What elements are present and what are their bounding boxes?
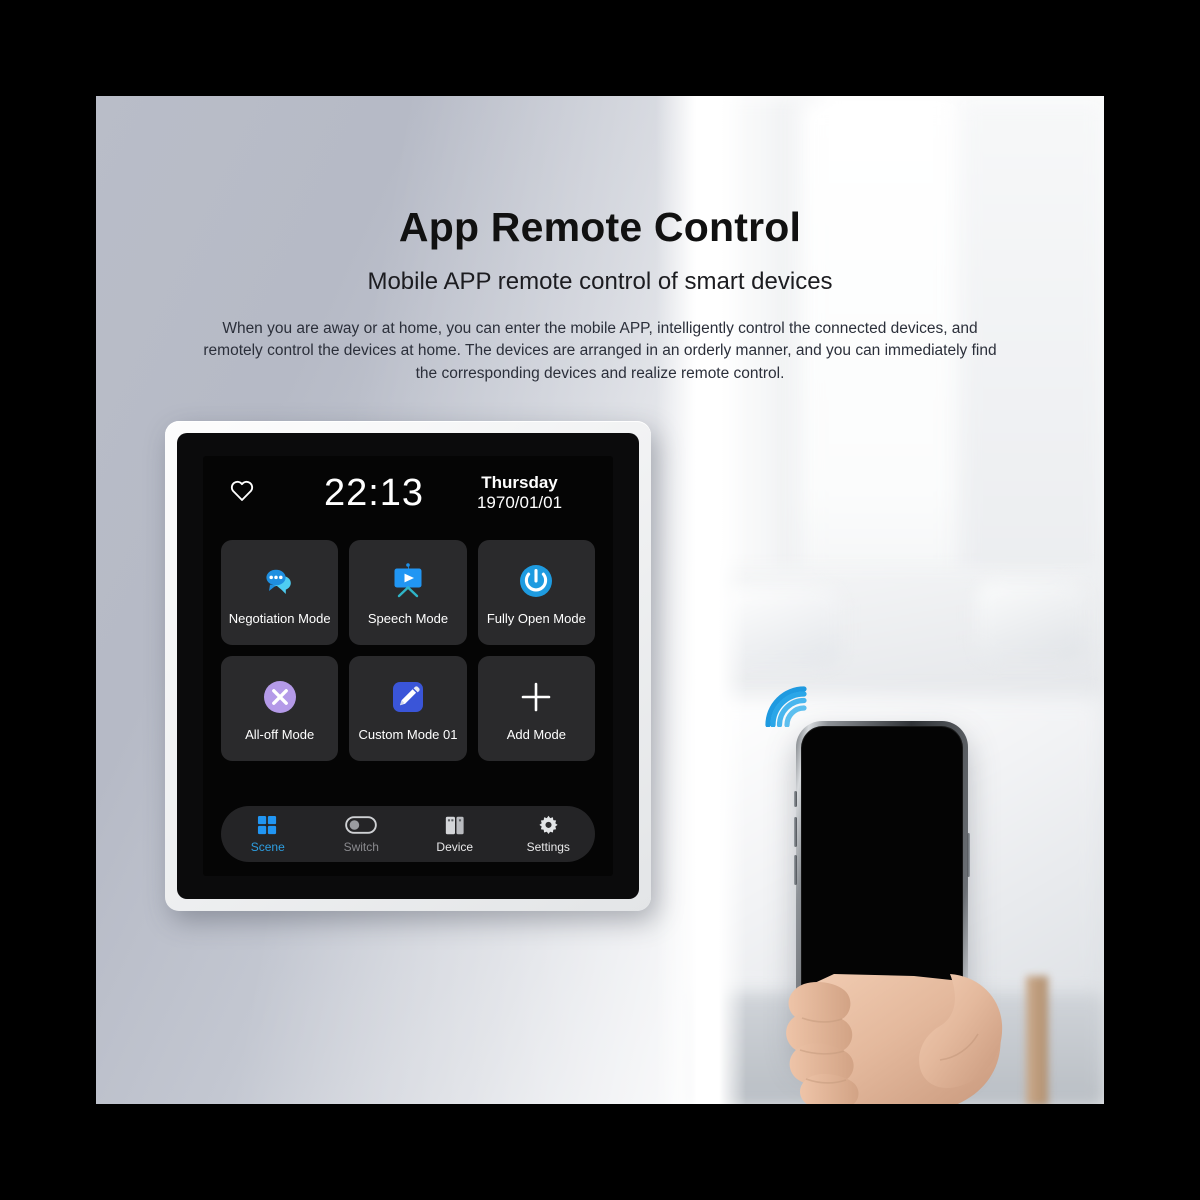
wall-switch-icon (444, 814, 466, 836)
nav-label: Device (436, 840, 474, 854)
mode-label: All-off Mode (245, 726, 315, 742)
mode-label: Fully Open Mode (486, 610, 586, 626)
hand-holding-phone (764, 866, 1014, 1104)
date-label: 1970/01/01 (476, 493, 563, 513)
mode-tile-fully-open[interactable]: Fully Open Mode (477, 540, 595, 645)
plus-icon (515, 676, 557, 718)
smart-wall-panel[interactable]: 22:13 Thursday 1970/01/01 Negotiation Mo… (165, 421, 651, 911)
panel-screen[interactable]: 22:13 Thursday 1970/01/01 Negotiation Mo… (203, 456, 613, 876)
clock-time: 22:13 (323, 472, 425, 514)
nav-item-switch[interactable]: Switch (324, 814, 398, 854)
projector-screen-icon (387, 560, 429, 602)
nav-label: Scene (250, 840, 285, 854)
power-icon (515, 560, 557, 602)
gear-icon (538, 814, 559, 836)
nav-item-device[interactable]: Device (418, 814, 492, 854)
weekday-label: Thursday (481, 473, 558, 492)
product-banner: App Remote Control Mobile APP remote con… (96, 96, 1104, 1104)
nav-label: Settings (526, 840, 570, 854)
scene-mode-grid: Negotiation Mode Speech Mode Fully Open … (221, 540, 595, 761)
pencil-icon (387, 676, 429, 718)
mode-tile-speech[interactable]: Speech Mode (349, 540, 467, 645)
nav-item-settings[interactable]: Settings (511, 814, 585, 854)
mode-tile-negotiation[interactable]: Negotiation Mode (221, 540, 339, 645)
wifi-waves-icon (760, 681, 812, 728)
mode-tile-custom-01[interactable]: Custom Mode 01 (349, 656, 467, 761)
phone-scene (696, 96, 1104, 1104)
close-circle-icon (259, 676, 301, 718)
mode-tile-all-off[interactable]: All-off Mode (221, 656, 339, 761)
date-block: Thursday 1970/01/01 (452, 473, 587, 513)
mode-tile-add[interactable]: Add Mode (477, 656, 595, 761)
panel-bottom-nav: Scene Switch Device Settings (221, 806, 595, 862)
mode-label: Add Mode (506, 726, 566, 742)
volume-up-button[interactable] (794, 817, 797, 847)
chat-bubbles-icon (259, 560, 301, 602)
mode-label: Custom Mode 01 (358, 726, 458, 742)
mode-label: Speech Mode (367, 610, 449, 626)
mode-label: Negotiation Mode (228, 610, 331, 626)
heart-icon[interactable] (229, 478, 255, 502)
mute-switch[interactable] (794, 791, 797, 807)
grid-squares-icon (257, 814, 278, 836)
nav-item-scene[interactable]: Scene (231, 814, 305, 854)
toggle-off-icon (345, 814, 378, 836)
panel-status-bar: 22:13 Thursday 1970/01/01 (203, 456, 613, 534)
nav-label: Switch (343, 840, 379, 854)
